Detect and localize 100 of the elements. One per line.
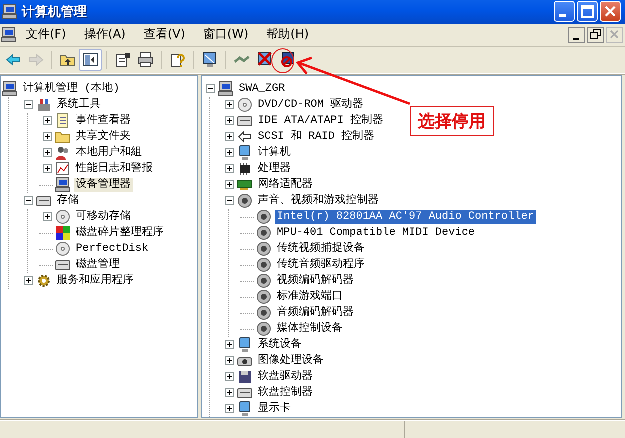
expand-toggle[interactable] — [206, 84, 214, 94]
tree-item[interactable]: 计算机 — [256, 146, 293, 160]
expand-toggle[interactable] — [24, 100, 32, 110]
show-hide-tree-button[interactable] — [79, 48, 102, 71]
expand-toggle[interactable] — [42, 164, 52, 174]
tree-item[interactable]: 计算机管理 (本地) — [21, 82, 122, 96]
tree-item[interactable]: 磁盘管理 — [74, 258, 122, 272]
expand-toggle[interactable] — [224, 164, 234, 174]
menu-item[interactable]: 查看(V) — [134, 24, 194, 46]
tree-item[interactable]: 图像处理设备 — [256, 354, 326, 368]
expand-toggle[interactable] — [24, 196, 32, 206]
speaker-icon — [256, 240, 272, 257]
tree-item[interactable]: IDE ATA/ATAPI 控制器 — [256, 114, 386, 128]
menu-item[interactable]: 帮助(H) — [258, 24, 318, 46]
expand-toggle[interactable] — [224, 148, 234, 158]
expand-toggle[interactable] — [224, 356, 234, 366]
tree-item[interactable]: DVD/CD-ROM 驱动器 — [256, 98, 366, 112]
minimize-icon — [572, 38, 578, 40]
minimize-button[interactable] — [554, 1, 575, 22]
expand-toggle[interactable] — [42, 116, 52, 126]
tree-item[interactable]: 系统设备 — [256, 338, 304, 352]
tree-item[interactable]: 事件查看器 — [74, 114, 133, 128]
highlight-circle — [272, 48, 294, 74]
menu-item[interactable]: 窗口(W) — [194, 24, 258, 46]
disc-icon — [237, 96, 253, 113]
tree-item[interactable]: PerfectDisk — [74, 242, 151, 256]
monitor-icon — [237, 400, 253, 417]
tree-item[interactable]: 软盘驱动器 — [256, 370, 315, 384]
speaker-icon — [256, 288, 272, 305]
tree-item[interactable]: 性能日志和警报 — [74, 162, 155, 176]
tree-item[interactable]: 标准游戏端口 — [275, 290, 345, 304]
tree-item[interactable]: 系统工具 — [55, 98, 103, 112]
monitor-icon — [202, 52, 218, 68]
menu-item[interactable]: 文件(F) — [17, 24, 76, 46]
tools-icon — [36, 96, 52, 113]
maximize-button[interactable] — [577, 1, 598, 22]
expand-toggle[interactable] — [224, 404, 234, 414]
monitor-x-icon — [256, 52, 272, 68]
expand-toggle[interactable] — [42, 212, 52, 222]
speaker-icon — [256, 256, 272, 273]
tree-item[interactable]: Intel(r) 82801AA AC'97 Audio Controller — [275, 210, 536, 224]
tree-item[interactable]: 软盘控制器 — [256, 386, 315, 400]
tree-item[interactable]: 可移动存储 — [74, 210, 133, 224]
help-icon — [170, 52, 186, 68]
tree-item[interactable]: 声音、视频和游戏控制器 — [256, 194, 381, 208]
tree-item[interactable]: 传统音频驱动程序 — [275, 258, 367, 272]
expand-toggle[interactable] — [24, 276, 32, 286]
expand-toggle[interactable] — [224, 372, 234, 382]
computer-icon — [2, 80, 18, 97]
tree-item[interactable]: SCSI 和 RAID 控制器 — [256, 130, 377, 144]
expand-toggle[interactable] — [224, 180, 234, 190]
close-icon — [603, 4, 618, 20]
forward-arrow-icon — [28, 52, 44, 68]
tree-item[interactable]: 磁盘碎片整理程序 — [74, 226, 166, 240]
restore-icon — [590, 29, 601, 40]
expand-toggle[interactable] — [224, 388, 234, 398]
tree-item[interactable]: 媒体控制设备 — [275, 322, 345, 336]
tree-item[interactable]: MPU-401 Compatible MIDI Device — [275, 226, 478, 240]
minimize-icon — [559, 14, 566, 18]
tree-item[interactable]: 本地用户和組 — [74, 146, 144, 160]
expand-toggle[interactable] — [224, 132, 234, 142]
close-button[interactable] — [600, 1, 621, 22]
speaker-icon — [256, 304, 272, 321]
tree-item[interactable]: 处理器 — [256, 162, 293, 176]
expand-toggle[interactable] — [224, 116, 234, 126]
child-restore-button[interactable] — [587, 26, 604, 43]
maximize-icon — [580, 4, 595, 20]
close-icon — [609, 29, 620, 40]
child-minimize-button[interactable] — [568, 26, 585, 43]
callout-label: 选择停用 — [410, 106, 494, 136]
expand-toggle[interactable] — [224, 100, 234, 110]
tree-item[interactable]: 存储 — [55, 194, 81, 208]
monitor-icon — [237, 144, 253, 161]
speaker-icon — [256, 208, 272, 225]
tree-item[interactable]: 网络适配器 — [256, 178, 315, 192]
chart-icon — [55, 160, 71, 177]
speaker-icon — [256, 272, 272, 289]
connector-icon — [237, 128, 253, 145]
tree-item[interactable]: 显示卡 — [256, 402, 293, 416]
tree-item[interactable]: 音频编码解码器 — [275, 306, 356, 320]
blocks-icon — [55, 224, 71, 241]
document-menu-icon — [1, 26, 17, 43]
tree-item[interactable]: 视频编码解码器 — [275, 274, 356, 288]
back-arrow-icon — [4, 52, 20, 68]
menu-item[interactable]: 操作(A) — [75, 24, 135, 46]
disc-icon — [55, 240, 71, 257]
expand-toggle[interactable] — [224, 340, 234, 350]
gear-icon — [36, 272, 52, 289]
tree-item[interactable]: 共享文件夹 — [74, 130, 133, 144]
expand-toggle[interactable] — [224, 196, 234, 206]
tree-item[interactable]: 设备管理器 — [74, 178, 133, 192]
computer-icon — [2, 4, 18, 20]
expand-toggle[interactable] — [42, 132, 52, 142]
monitor-icon — [237, 336, 253, 353]
expand-toggle[interactable] — [42, 148, 52, 158]
floppy-icon — [237, 368, 253, 385]
speaker-icon — [256, 224, 272, 241]
tree-item[interactable]: 传统视频捕捉设备 — [275, 242, 367, 256]
tree-item[interactable]: 服务和应用程序 — [55, 274, 136, 288]
tree-item[interactable]: SWA_ZGR — [237, 82, 288, 96]
